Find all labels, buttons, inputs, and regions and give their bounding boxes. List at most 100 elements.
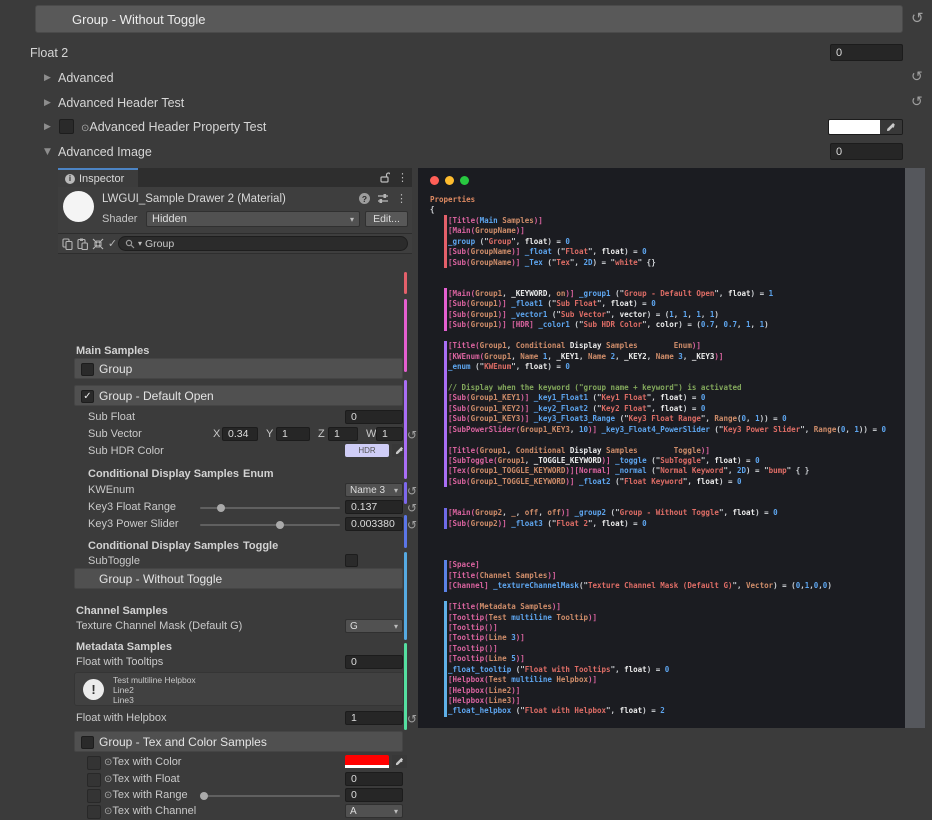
value-field[interactable]: 0	[830, 44, 903, 61]
row-tex-with-channel: ⊙Tex with ChannelA▾	[58, 804, 412, 820]
color-swatch[interactable]	[829, 120, 880, 134]
collapse-all-icon[interactable]	[91, 237, 104, 250]
code-line	[418, 372, 905, 382]
slider-handle[interactable]	[276, 521, 284, 529]
slider-handle[interactable]	[217, 504, 225, 512]
group-header-plain[interactable]: Group - Without Toggle	[74, 568, 403, 589]
undo-icon[interactable]: ↺	[911, 95, 923, 109]
group-header-unchecked[interactable]: Group - Tex and Color Samples	[74, 731, 403, 752]
texture-thumbnail[interactable]	[87, 789, 101, 803]
dropdown[interactable]: Name 3▾	[345, 483, 403, 497]
value-field[interactable]: 0	[345, 410, 403, 424]
code-text: [SubToggle(Group1, _TOGGLE_KEYWORD)] _to…	[448, 456, 760, 467]
dropdown[interactable]: A▾	[345, 804, 403, 818]
value-field[interactable]: 0	[345, 772, 403, 786]
code-text: [Title(Main Samples)]	[448, 216, 543, 227]
slider-track[interactable]	[200, 524, 340, 526]
value-field[interactable]: 1	[276, 427, 310, 441]
group-toggle-checkbox[interactable]	[81, 363, 94, 376]
group-header-checked[interactable]: ✓Group - Default Open	[74, 385, 403, 406]
code-text: _enum ("KWEnum", float) = 0	[448, 362, 570, 373]
code-text: [Title(Metadata Samples)]	[448, 602, 561, 613]
eyedropper-icon[interactable]	[392, 755, 407, 768]
code-line: [Sub(Group1)] _vector1 ("Sub Vector", ve…	[418, 310, 905, 320]
inspector-tabbar: i Inspector ⋮	[58, 168, 412, 187]
row-channel-samples: Channel Samples	[58, 604, 412, 620]
info-icon: i	[65, 174, 75, 184]
group-toggle-checkbox[interactable]	[81, 736, 94, 749]
paste-icon[interactable]	[76, 237, 89, 250]
kebab-menu-icon[interactable]: ⋮	[396, 192, 407, 205]
texture-thumbnail[interactable]	[87, 756, 101, 770]
code-text: [Main(GroupName)]	[448, 226, 525, 237]
value-field[interactable]: 1	[376, 427, 403, 441]
code-line: [Tex(Group1_TOGGLE_KEYWORD)][Normal] _no…	[418, 466, 905, 476]
foldout-closed-icon[interactable]: ▶	[44, 98, 51, 108]
color-swatch[interactable]	[345, 755, 389, 768]
code-text: [Sub(Group1)] _float1 ("Sub Float", floa…	[448, 299, 656, 310]
value-field[interactable]: 0	[345, 655, 403, 669]
value-field[interactable]: 1	[345, 711, 403, 725]
close-button[interactable]	[430, 176, 439, 185]
tab-inspector[interactable]: i Inspector	[58, 168, 138, 187]
undo-icon[interactable]: ↺	[407, 428, 417, 442]
texture-thumbnail[interactable]	[87, 805, 101, 819]
shader-dropdown[interactable]: Hidden ▾	[146, 211, 360, 227]
code-section-bar	[444, 675, 447, 686]
slider-handle[interactable]	[200, 792, 208, 800]
code-line: [Tooltip(Line 3)]	[418, 633, 905, 643]
undo-icon[interactable]: ↺	[407, 484, 417, 498]
slider-track[interactable]	[200, 795, 340, 797]
foldout-closed-icon[interactable]: ▶	[44, 122, 51, 132]
value-field[interactable]: 0.137	[345, 500, 403, 514]
edit-shader-button[interactable]: Edit...	[365, 211, 408, 227]
undo-icon[interactable]: ↺	[911, 70, 923, 84]
group-header-unchecked[interactable]: Group	[74, 358, 403, 379]
code-line: _group ("Group", float) = 0	[418, 237, 905, 247]
property-checkbox[interactable]	[59, 119, 74, 134]
value-field[interactable]: 1	[328, 427, 358, 441]
undo-icon[interactable]: ↺	[407, 518, 417, 532]
dropdown[interactable]: G▾	[345, 619, 403, 633]
help-icon[interactable]: ?	[359, 193, 370, 204]
toggle-checkbox[interactable]	[345, 554, 358, 567]
property-label: ⊙Tex with Float	[104, 773, 180, 785]
eyedropper-icon[interactable]	[880, 120, 902, 134]
code-line: [Sub(Group1_KEY3)] _key3_Float3_Range ("…	[418, 414, 905, 424]
property-label: Float with Tooltips	[76, 656, 163, 668]
value-field[interactable]: 0	[345, 788, 403, 802]
hdr-color-swatch[interactable]: HDR	[345, 444, 389, 457]
slider-track[interactable]	[200, 507, 340, 509]
copy-icon[interactable]	[61, 237, 74, 250]
code-text: [Channel] _textureChannelMask("Texture C…	[448, 581, 832, 592]
texture-thumbnail[interactable]	[87, 773, 101, 787]
code-editor[interactable]: Properties{[Title(Main Samples)][Main(Gr…	[418, 168, 905, 728]
undo-icon[interactable]: ↺	[911, 11, 924, 25]
value-field[interactable]: 0.34	[222, 427, 258, 441]
value-field[interactable]: 0	[830, 143, 903, 160]
target-icon: ⊙	[104, 790, 112, 801]
material-preview-sphere[interactable]	[63, 191, 94, 222]
lock-icon[interactable]	[380, 172, 390, 183]
material-header: LWGUI_Sample Drawer 2 (Material) ? ⋮ Sha…	[58, 187, 412, 234]
foldout-open-icon[interactable]: ▼	[44, 147, 51, 157]
presets-icon[interactable]	[377, 193, 389, 204]
code-line: _float_helpbox ("Float with Helpbox", fl…	[418, 706, 905, 716]
color-field[interactable]	[828, 119, 903, 135]
undo-icon[interactable]: ↺	[407, 501, 417, 515]
group-without-toggle-header[interactable]: Group - Without Toggle	[35, 5, 903, 33]
group-toggle-checkbox[interactable]: ✓	[81, 390, 94, 403]
foldout-closed-icon[interactable]: ▶	[44, 73, 51, 83]
section-color-bar	[404, 643, 407, 730]
code-section-bar	[444, 466, 447, 477]
search-input[interactable]: ▾ Group	[118, 236, 408, 251]
helpbox-line: Line2	[113, 685, 196, 695]
code-scrollbar[interactable]	[905, 168, 925, 728]
vector-axis-label: Y	[266, 428, 273, 440]
value-field[interactable]: 0.003380	[345, 517, 403, 531]
code-section-bar	[444, 236, 447, 247]
kebab-menu-icon[interactable]: ⋮	[397, 171, 408, 184]
minimize-button[interactable]	[445, 176, 454, 185]
zoom-button[interactable]	[460, 176, 469, 185]
undo-icon[interactable]: ↺	[407, 712, 417, 726]
